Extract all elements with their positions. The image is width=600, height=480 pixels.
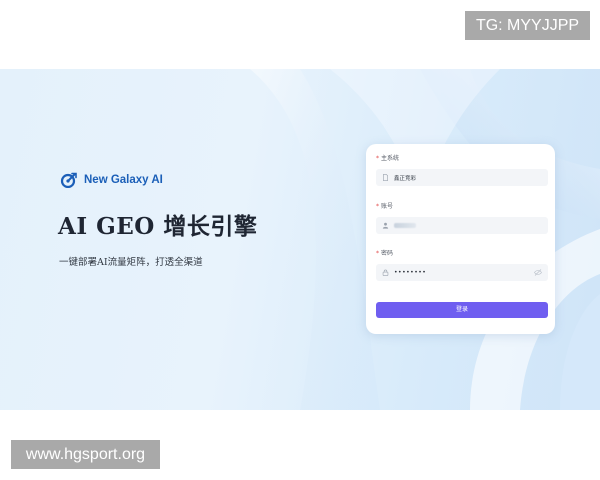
brand: New Galaxy AI: [60, 172, 163, 188]
hero-banner: New Galaxy AI AI GEO 增长引擎 一键部署AI流量矩阵，打透全…: [0, 69, 600, 410]
tg-watermark: TG: MYYJJPP: [465, 11, 590, 40]
system-value: 鑫正竞彩: [394, 175, 417, 182]
login-card: * 主系统 鑫正竞彩 * 账号 * 密码 •••••••• 登录: [366, 144, 555, 334]
system-label: * 主系统: [376, 155, 400, 162]
user-icon: [382, 222, 389, 229]
password-input[interactable]: ••••••••: [376, 264, 548, 281]
password-value: ••••••••: [394, 269, 427, 276]
document-icon: [383, 174, 388, 181]
account-label: * 账号: [376, 203, 394, 210]
site-watermark: www.hgsport.org: [11, 440, 160, 469]
lock-icon: [382, 269, 389, 276]
password-label: * 密码: [376, 250, 394, 257]
account-value-blurred: [394, 223, 416, 228]
brand-name: New Galaxy AI: [84, 174, 163, 186]
system-select[interactable]: 鑫正竞彩: [376, 169, 548, 186]
hero-subline: 一键部署AI流量矩阵，打透全渠道: [59, 257, 203, 268]
eye-off-icon[interactable]: [534, 269, 542, 276]
login-button[interactable]: 登录: [376, 302, 548, 318]
hero-headline: AI GEO 增长引擎: [58, 213, 258, 240]
galaxy-logo-icon: [60, 172, 77, 188]
account-input[interactable]: [376, 217, 548, 234]
